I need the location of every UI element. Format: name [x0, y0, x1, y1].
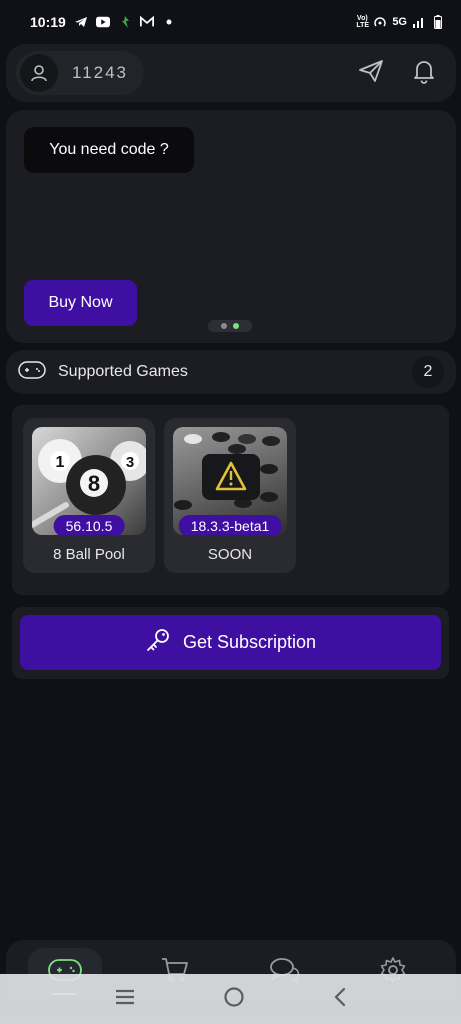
carousel-dot[interactable]	[221, 323, 227, 329]
subscription-panel: Get Subscription	[12, 607, 449, 679]
network-type: 5G	[392, 16, 407, 28]
games-count-badge: 2	[412, 356, 444, 388]
notification-icons	[74, 15, 176, 29]
svg-text:3: 3	[126, 454, 134, 471]
key-icon	[145, 627, 171, 658]
top-actions	[358, 58, 446, 89]
status-bar: 10:19 Vo) LTE 5G	[0, 0, 461, 44]
billiard-balls-icon: 1 3 8 56.10.5	[32, 427, 146, 535]
signal-icon	[412, 15, 426, 29]
home-icon[interactable]	[223, 986, 245, 1013]
buy-now-button[interactable]: Buy Now	[24, 280, 137, 326]
youtube-icon	[95, 15, 110, 29]
gmail-icon	[139, 15, 154, 29]
volte-label: Vo) LTE	[356, 15, 370, 29]
game-name: SOON	[207, 546, 253, 563]
code-tooltip: You need code ?	[24, 127, 194, 173]
svg-text:8: 8	[88, 471, 100, 496]
svg-text:1: 1	[56, 454, 65, 471]
get-subscription-button[interactable]: Get Subscription	[20, 615, 441, 670]
battery-icon	[431, 15, 445, 29]
games-list: 1 3 8 56.10.5 8 Ball Pool 18.3.3-beta1 S…	[12, 405, 449, 595]
recent-apps-icon[interactable]	[114, 989, 136, 1010]
more-notifications-icon	[162, 15, 176, 29]
telegram-icon	[74, 15, 88, 29]
send-icon[interactable]	[358, 59, 384, 88]
user-id: 11243	[72, 63, 129, 82]
checkers-board-image: 18.3.3-beta1	[173, 427, 287, 535]
get-subscription-label: Get Subscription	[182, 632, 317, 652]
system-navigation-bar	[0, 974, 461, 1024]
bell-icon[interactable]	[412, 58, 436, 89]
game-card-soon[interactable]: 18.3.3-beta1 SOON	[164, 418, 296, 573]
app-notification-icon	[118, 15, 132, 29]
back-icon[interactable]	[332, 987, 348, 1012]
user-icon	[20, 54, 58, 92]
carousel-indicator[interactable]	[208, 320, 252, 332]
game-name: 8 Ball Pool	[53, 546, 125, 563]
version-badge: 56.10.5	[53, 515, 125, 535]
version-badge: 18.3.3-beta1	[178, 515, 282, 535]
hotspot-icon	[373, 15, 387, 29]
promo-banner: You need code ? Buy Now	[6, 110, 456, 343]
supported-games-title: Supported Games	[58, 363, 188, 380]
game-card-8-ball-pool[interactable]: 1 3 8 56.10.5 8 Ball Pool	[23, 418, 155, 573]
carousel-dot-active[interactable]	[233, 323, 239, 329]
system-status-icons: Vo) LTE 5G	[356, 15, 445, 29]
top-bar: 11243	[6, 44, 456, 102]
gamepad-icon	[18, 360, 46, 384]
status-time: 10:19	[30, 14, 66, 30]
supported-games-header: Supported Games 2	[6, 350, 456, 394]
user-pill[interactable]: 11243	[16, 51, 145, 95]
